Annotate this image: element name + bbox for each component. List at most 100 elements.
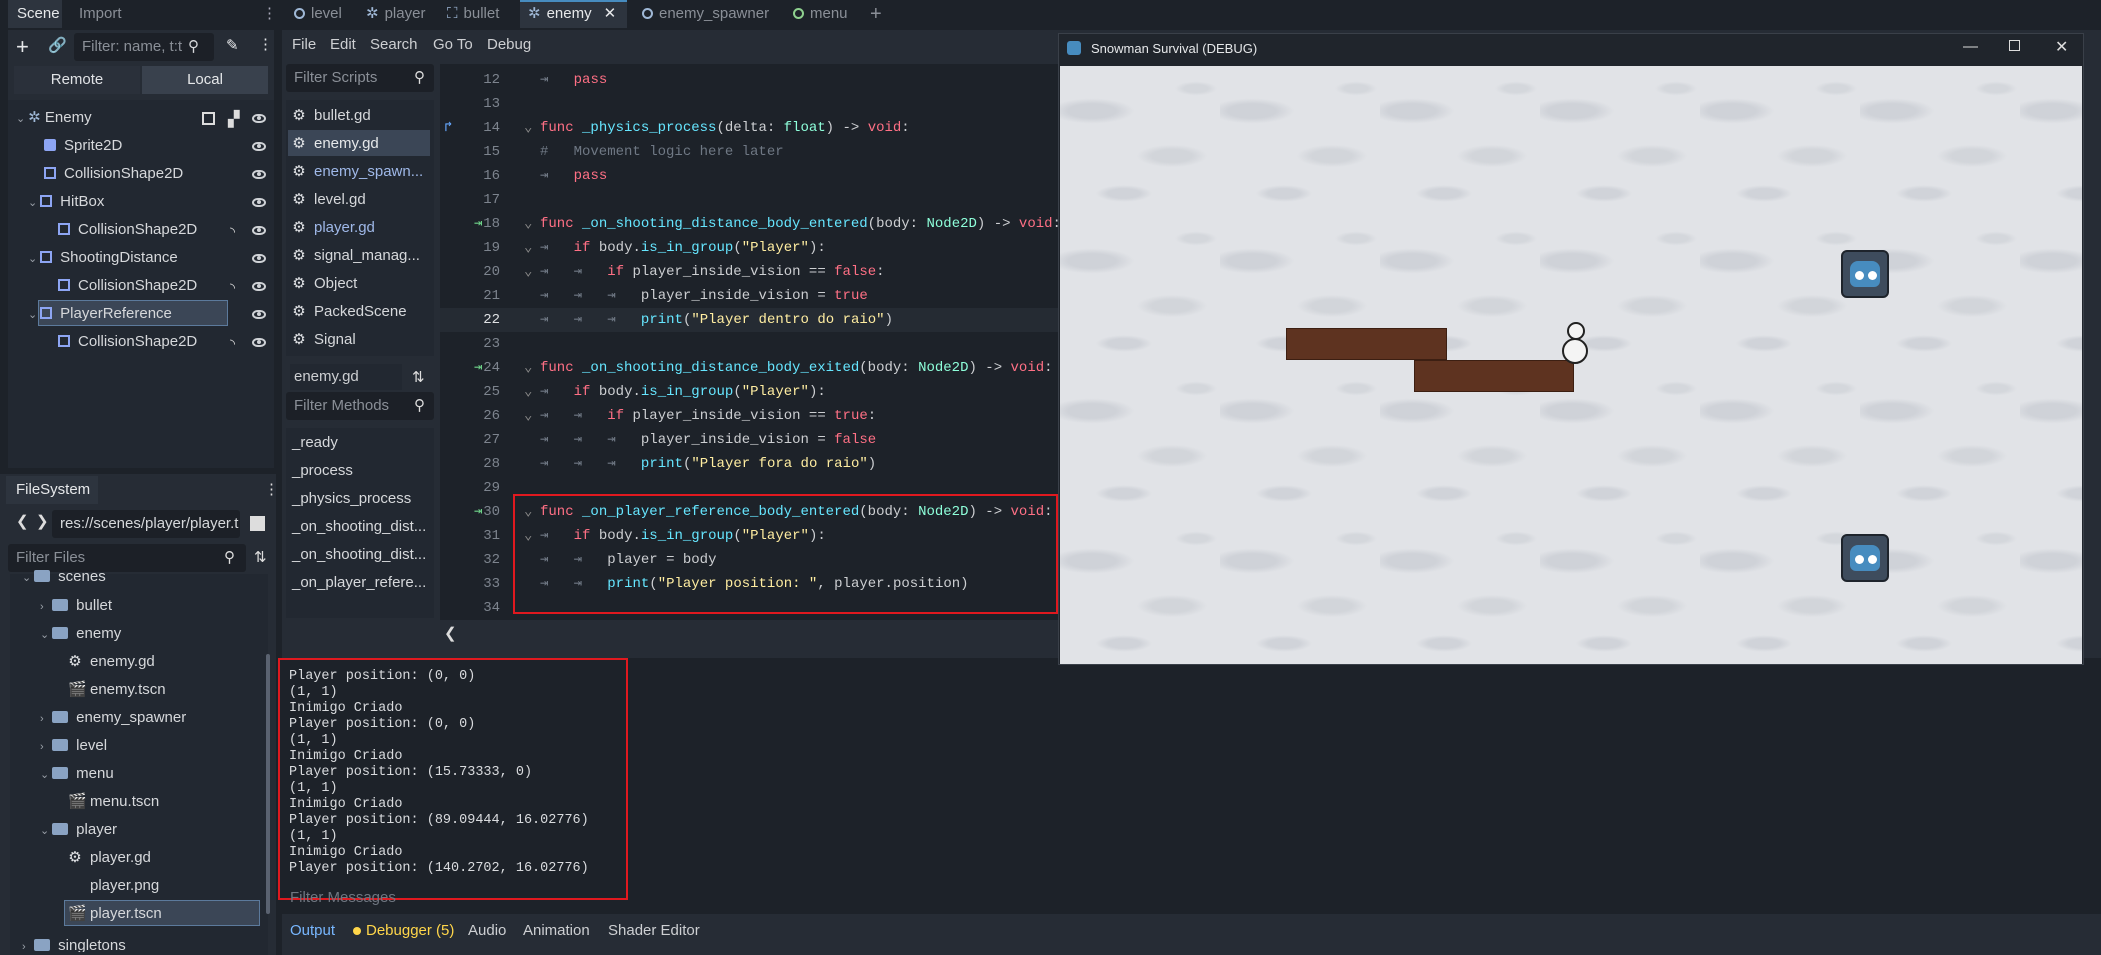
script-item[interactable]: ⚙ bullet.gd [292, 102, 370, 130]
game-viewport[interactable] [1060, 66, 2082, 664]
split-view-icon[interactable] [250, 516, 265, 531]
maximize-icon[interactable] [2009, 40, 2020, 51]
file-item-enemy-tscn[interactable]: 🎬 enemy.tscn [68, 676, 166, 704]
tab-audio[interactable]: Audio [468, 922, 506, 939]
add-tab-icon[interactable]: + [870, 0, 882, 28]
script-attach-icon[interactable]: ✎ [226, 36, 239, 54]
output-line: (1, 1) [289, 781, 338, 796]
more-icon[interactable]: ⋮ [258, 35, 273, 53]
script-item[interactable]: ⚙ Signal [292, 326, 355, 354]
script-item[interactable]: ⚙ PackedScene [292, 298, 406, 326]
signal-icon[interactable]: ◝ [230, 336, 235, 352]
filter-messages-input[interactable]: Filter Messages [290, 889, 396, 909]
visibility-eye-icon[interactable] [252, 142, 266, 151]
tree-item-sprite2d[interactable]: Sprite2D [44, 132, 122, 160]
minimize-icon[interactable]: — [1963, 38, 1978, 55]
script-item[interactable]: ⚙ enemy_spawn... [292, 158, 423, 186]
visibility-eye-icon[interactable] [252, 310, 266, 319]
menu-debug[interactable]: Debug [487, 36, 531, 53]
filesystem-filter-input[interactable]: Filter Files [8, 544, 246, 572]
filter-methods-input[interactable]: Filter Methods [286, 392, 434, 420]
tab-enemy-spawner[interactable]: enemy_spawner [642, 0, 769, 28]
signal-icon[interactable]: ◝ [230, 224, 235, 240]
visibility-eye-icon[interactable] [252, 338, 266, 347]
tab-bullet[interactable]: ⛶ bullet [447, 0, 499, 28]
script-item[interactable]: ⚙ player.gd [292, 214, 375, 242]
file-item-menu-tscn[interactable]: 🎬 menu.tscn [68, 788, 159, 816]
tree-item-collisionshape[interactable]: CollisionShape2D [44, 160, 183, 188]
tree-item-enemy[interactable]: ⌄ ✲ Enemy [16, 104, 92, 132]
close-icon[interactable]: ✕ [2055, 37, 2068, 57]
file-item-player[interactable]: ⌄ player [40, 816, 117, 844]
tab-shader-editor[interactable]: Shader Editor [608, 922, 700, 939]
file-item-player-png[interactable]: player.png [68, 872, 159, 900]
collapse-icon[interactable]: ❮ [444, 624, 457, 642]
method-item[interactable]: _process [292, 457, 353, 485]
visibility-eye-icon[interactable] [252, 226, 266, 235]
method-item[interactable]: _on_player_refere... [292, 569, 426, 597]
tab-output[interactable]: Output [290, 922, 335, 939]
method-item[interactable]: _on_shooting_dist... [292, 541, 426, 569]
local-button[interactable]: Local [142, 66, 268, 94]
file-item-bullet[interactable]: › bullet [40, 592, 112, 620]
more-icon[interactable]: ⋮ [264, 480, 279, 498]
menu-edit[interactable]: Edit [330, 36, 356, 53]
file-item-scenes[interactable]: ⌄ scenes [22, 570, 106, 590]
tree-item-collisionshape[interactable]: CollisionShape2D [58, 216, 197, 244]
scrollbar[interactable] [266, 654, 270, 914]
tree-label: HitBox [60, 193, 105, 210]
method-item[interactable]: _on_shooting_dist... [292, 513, 426, 541]
tab-label: enemy_spawner [659, 5, 770, 22]
tree-item-collisionshape[interactable]: CollisionShape2D [58, 328, 197, 356]
visibility-eye-icon[interactable] [252, 254, 266, 263]
enemy-node-icon: ✲ [28, 109, 41, 126]
forward-icon[interactable]: ❯ [36, 512, 49, 530]
filter-scripts-input[interactable]: Filter Scripts [286, 64, 434, 92]
menu-file[interactable]: File [292, 36, 316, 53]
script-item[interactable]: ⚙ signal_manag... [292, 242, 420, 270]
scene-circle-icon [642, 8, 653, 19]
visibility-eye-icon[interactable] [252, 198, 266, 207]
filesystem-tab[interactable]: FileSystem [6, 476, 98, 504]
visibility-eye-icon[interactable] [252, 282, 266, 291]
tab-level[interactable]: level [294, 0, 342, 28]
dock-menu-icon[interactable]: ⋮ [262, 0, 277, 28]
file-item-singletons[interactable]: › singletons [22, 932, 126, 952]
link-icon[interactable]: 🔗 [48, 36, 67, 54]
group-icon[interactable] [202, 112, 215, 125]
game-window[interactable]: Snowman Survival (DEBUG) — ✕ [1058, 33, 2084, 665]
sort-icon[interactable]: ⇅ [254, 548, 267, 566]
path-field[interactable]: res://scenes/player/player.t [52, 510, 240, 538]
tree-item-collisionshape[interactable]: CollisionShape2D [58, 272, 197, 300]
signal-icon[interactable]: ◝ [230, 280, 235, 296]
tab-debugger[interactable]: Debugger (5) [366, 922, 454, 939]
tree-item-hitbox[interactable]: ⌄ HitBox [28, 188, 104, 216]
menu-goto[interactable]: Go To [433, 36, 473, 53]
file-item-enemy[interactable]: ⌄ enemy [40, 620, 121, 648]
method-item[interactable]: _physics_process [292, 485, 411, 513]
remote-button[interactable]: Remote [14, 66, 140, 94]
tab-menu[interactable]: menu [793, 0, 848, 28]
visibility-eye-icon[interactable] [252, 170, 266, 179]
file-item-enemy-spawner[interactable]: › enemy_spawner [40, 704, 186, 732]
menu-search[interactable]: Search [370, 36, 418, 53]
script-icon[interactable]: ▞ [228, 110, 240, 128]
script-item[interactable]: ⚙ Object [292, 270, 357, 298]
import-tab[interactable]: Import [79, 0, 122, 28]
method-item[interactable]: _ready [292, 429, 338, 457]
close-icon[interactable]: ✕ [604, 5, 617, 22]
file-item-player-gd[interactable]: ⚙ player.gd [68, 844, 151, 872]
file-item-level[interactable]: › level [40, 732, 107, 760]
add-node-icon[interactable]: + [16, 34, 29, 60]
sort-icon[interactable]: ⇅ [412, 368, 425, 386]
tab-player[interactable]: ✲ player [366, 0, 425, 28]
script-item[interactable]: ⚙ level.gd [292, 186, 365, 214]
tab-enemy[interactable]: ✲ enemy ✕ [520, 0, 627, 28]
scene-tab[interactable]: Scene [8, 0, 62, 28]
tree-item-shootingdistance[interactable]: ⌄ ShootingDistance [28, 244, 178, 272]
visibility-eye-icon[interactable] [252, 114, 266, 123]
file-item-menu[interactable]: ⌄ menu [40, 760, 114, 788]
tab-animation[interactable]: Animation [523, 922, 590, 939]
file-item-enemy-gd[interactable]: ⚙ enemy.gd [68, 648, 155, 676]
back-icon[interactable]: ❮ [16, 512, 29, 530]
